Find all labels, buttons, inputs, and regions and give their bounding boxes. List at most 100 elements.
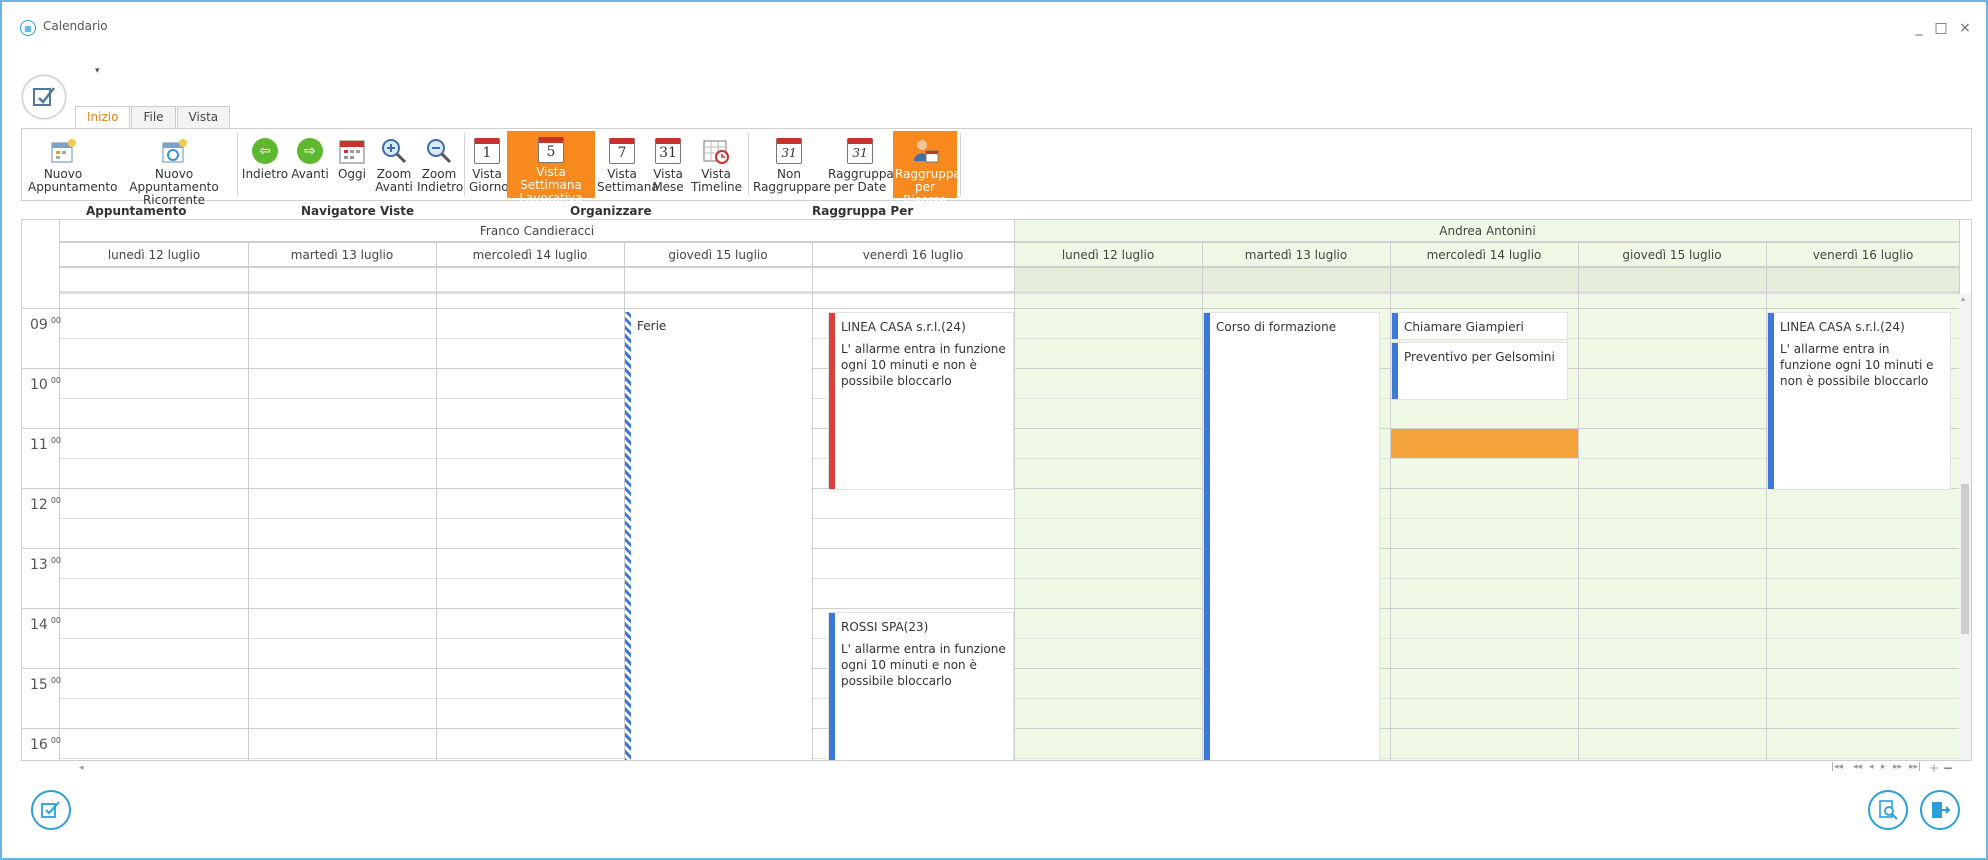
appointment-ferie[interactable]: Ferie xyxy=(625,312,811,760)
day-header[interactable]: venerdì 16 luglio xyxy=(812,243,1014,267)
nuovo-appuntamento-ricorrente-button[interactable]: Nuovo Appuntamento Ricorrente xyxy=(113,131,235,207)
zoom-in-icon xyxy=(380,137,408,165)
appointment-title: Preventivo per Gelsomini xyxy=(1404,350,1555,364)
calendar-app-icon: ▦ xyxy=(20,20,36,36)
tab-file[interactable]: File xyxy=(131,106,176,128)
group-label-appuntamento: Appuntamento xyxy=(86,204,187,218)
arrow-left-icon: ⇦ xyxy=(252,138,278,164)
raggruppa-per-risorsa-button[interactable]: Raggruppa per Risorsa xyxy=(893,131,961,207)
application-menu-button[interactable] xyxy=(22,75,66,119)
maximize-button[interactable]: □ xyxy=(1931,18,1951,38)
hour-label: 14 00 xyxy=(30,616,62,633)
remove-icon[interactable]: − xyxy=(1943,761,1953,775)
vista-settimana-button[interactable]: 7 Vista Settimana xyxy=(597,131,659,198)
scroll-left-arrow-icon[interactable]: ◂ xyxy=(79,763,84,773)
appointment-corso-di-formazione[interactable]: Corso di formazione xyxy=(1203,312,1380,760)
appointment-preventivo-gelsomini[interactable]: Preventivo per Gelsomini xyxy=(1391,342,1568,400)
day-header[interactable]: martedì 13 luglio xyxy=(248,243,436,267)
appointment-description: L' allarme entra in funzione ogni 10 min… xyxy=(841,342,1006,388)
appointment-title: LINEA CASA s.r.l.(24) xyxy=(1780,320,1905,334)
hour-label: 11 00 xyxy=(30,436,62,453)
day-header[interactable]: lunedì 12 luglio xyxy=(60,243,248,267)
day-header[interactable]: venerdì 16 luglio xyxy=(1766,243,1960,267)
recurring-appointment-icon xyxy=(160,137,188,165)
nav-next-page-icon[interactable]: ▸▸ xyxy=(1893,762,1902,772)
group-label-raggruppa-per: Raggruppa Per xyxy=(812,204,914,218)
today-calendar-icon xyxy=(338,137,366,165)
vista-mese-button[interactable]: 31 Vista Mese xyxy=(649,131,687,198)
nav-next-icon[interactable]: ▸ xyxy=(1881,762,1886,772)
vista-mese-label: Vista Mese xyxy=(652,167,684,194)
nav-first-icon[interactable]: |◂◂ xyxy=(1831,762,1843,772)
zoom-avanti-button[interactable]: Zoom Avanti xyxy=(372,131,416,198)
appointment-linea-casa-1[interactable]: LINEA CASA s.r.l.(24) L' allarme entra i… xyxy=(828,312,1014,490)
quick-access-toolbar-dropdown[interactable]: ▾ xyxy=(95,66,100,76)
day-header[interactable]: mercoledì 14 luglio xyxy=(1390,243,1578,267)
appointment-chiamare-giampieri[interactable]: Chiamare Giampieri xyxy=(1391,312,1568,340)
zoom-out-icon xyxy=(425,137,453,165)
hour-label: 10 00 xyxy=(30,376,62,393)
vista-timeline-button[interactable]: Vista Timeline xyxy=(689,131,743,198)
raggruppa-per-date-button[interactable]: 31 Raggruppa per Date xyxy=(827,131,894,198)
exit-button[interactable] xyxy=(1920,790,1960,830)
day-header[interactable]: giovedì 15 luglio xyxy=(624,243,812,267)
vista-giorno-label: Vista Giorno xyxy=(469,167,509,194)
group-label-organizzare: Organizzare xyxy=(570,204,652,218)
raggruppa-per-date-label: Raggruppa per Date xyxy=(828,167,894,194)
oggi-label: Oggi xyxy=(337,167,366,181)
oggi-button[interactable]: Oggi xyxy=(332,131,372,198)
confirm-button[interactable] xyxy=(31,790,71,830)
search-document-icon xyxy=(1879,800,1898,820)
non-raggruppare-button[interactable]: 31 Non Raggruppare xyxy=(751,131,831,198)
scroll-up-arrow-icon[interactable]: ▴ xyxy=(1961,294,1965,303)
resource-header-andrea: Andrea Antonini xyxy=(1015,220,1960,242)
hour-label: 12 00 xyxy=(30,496,62,513)
search-button[interactable] xyxy=(1868,790,1908,830)
appointment-rossi-spa[interactable]: ROSSI SPA(23) L' allarme entra in funzio… xyxy=(828,612,1014,760)
nav-prev-icon[interactable]: ◂ xyxy=(1869,762,1874,772)
day-header[interactable]: martedì 13 luglio xyxy=(1202,243,1390,267)
day-header[interactable]: lunedì 12 luglio xyxy=(1014,243,1202,267)
tab-inizio[interactable]: Inizio xyxy=(75,106,131,129)
nuovo-appuntamento-button[interactable]: Nuovo Appuntamento xyxy=(24,131,117,198)
horizontal-scroll-bar[interactable]: ◂ |◂◂ ◂◂ ◂ ▸ ▸▸ ▸▸| + − xyxy=(21,761,1972,777)
new-appointment-icon xyxy=(49,137,77,165)
appointment-title: Ferie xyxy=(637,319,667,333)
resource-2-background xyxy=(1014,220,1960,760)
day-header[interactable]: mercoledì 14 luglio xyxy=(436,243,624,267)
zoom-indietro-label: Zoom Indietro xyxy=(417,167,464,194)
ribbon-separator xyxy=(748,133,749,196)
vertical-scrollbar[interactable]: ▴ xyxy=(1959,294,1971,760)
avanti-label: Avanti xyxy=(291,167,329,181)
vista-settimana-label: Vista Settimana xyxy=(597,167,659,194)
vista-timeline-label: Vista Timeline xyxy=(691,167,743,194)
day-header[interactable]: giovedì 15 luglio xyxy=(1578,243,1766,267)
scheduler-grid[interactable]: Franco Candieracci Andrea Antonini luned… xyxy=(21,219,1972,761)
vista-settimana-lavorativa-button[interactable]: 5 Vista Settimana Lavorativa xyxy=(507,131,595,205)
resource-header-franco: Franco Candieracci xyxy=(60,220,1014,242)
appointment-description: L' allarme entra in funzione ogni 10 min… xyxy=(1780,342,1934,388)
hour-label: 13 00 xyxy=(30,556,62,573)
scrollbar-thumb[interactable] xyxy=(1961,484,1969,634)
work-week-calendar-icon: 5 xyxy=(538,137,564,163)
group-by-date-calendar-icon: 31 xyxy=(847,138,873,164)
ribbon-tabs: Inizio File Vista xyxy=(75,106,231,129)
calendar-window: ▦ Calendario _ □ × ▾ Inizio File Vista N… xyxy=(0,0,1988,860)
avanti-button[interactable]: ⇨ Avanti xyxy=(288,131,332,198)
vista-giorno-button[interactable]: 1 Vista Giorno xyxy=(467,131,509,198)
zoom-indietro-button[interactable]: Zoom Indietro xyxy=(416,131,464,198)
minimize-button[interactable]: _ xyxy=(1909,18,1929,38)
close-button[interactable]: × xyxy=(1955,18,1975,38)
ribbon-separator xyxy=(237,133,238,196)
nuovo-appuntamento-ricorrente-label: Nuovo Appuntamento Ricorrente xyxy=(129,167,219,207)
selected-time-slot[interactable] xyxy=(1391,429,1578,458)
appointment-title: LINEA CASA s.r.l.(24) xyxy=(841,320,966,334)
no-group-calendar-icon: 31 xyxy=(776,138,802,164)
nav-last-icon[interactable]: ▸▸| xyxy=(1909,762,1921,772)
ribbon-group-labels: Appuntamento Navigatore Viste Organizzar… xyxy=(2,204,1988,218)
appointment-linea-casa-2[interactable]: LINEA CASA s.r.l.(24) L' allarme entra i… xyxy=(1767,312,1951,490)
nav-prev-page-icon[interactable]: ◂◂ xyxy=(1853,762,1862,772)
indietro-button[interactable]: ⇦ Indietro xyxy=(242,131,288,198)
add-icon[interactable]: + xyxy=(1929,761,1939,775)
tab-vista[interactable]: Vista xyxy=(176,106,231,128)
